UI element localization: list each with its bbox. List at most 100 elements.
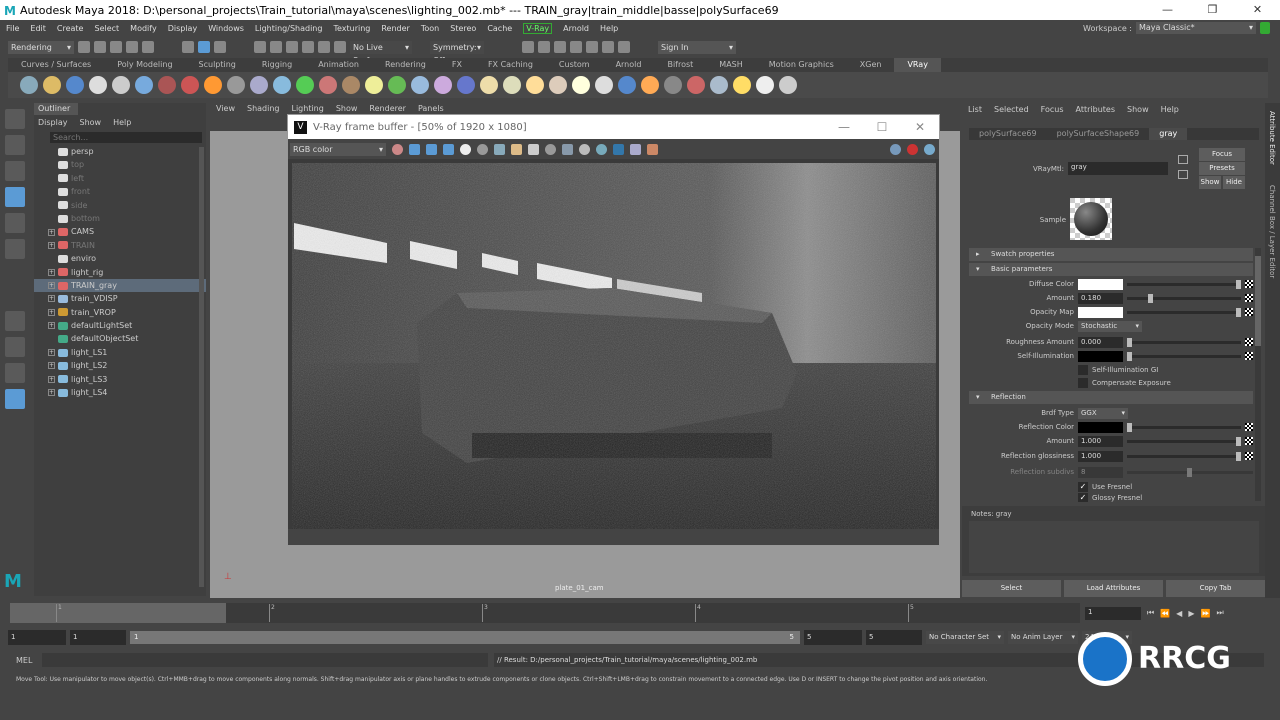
play-forward-icon[interactable]: ▶ <box>1188 609 1194 618</box>
shelf-tool-icon[interactable] <box>181 76 199 94</box>
select-tool-icon[interactable] <box>5 109 25 129</box>
menu-display[interactable]: Display <box>168 24 198 33</box>
shelf-tab-arnold[interactable]: Arnold <box>603 58 655 72</box>
outliner-item-light-ls1[interactable]: + light_LS1 <box>34 346 206 359</box>
step-forward-icon[interactable]: ⏩ <box>1200 609 1210 618</box>
snap-pivot-icon[interactable] <box>334 41 346 53</box>
shelf-tool-icon[interactable] <box>112 76 130 94</box>
shelf-tool-icon[interactable] <box>457 76 475 94</box>
menu-edit[interactable]: Edit <box>30 24 46 33</box>
notes-area[interactable]: Notes: gray <box>962 506 1265 576</box>
shelf-tab-bifrost[interactable]: Bifrost <box>654 58 706 72</box>
single-perspective-layout-icon[interactable] <box>5 311 25 331</box>
diffuse-color-slider[interactable] <box>1127 279 1241 289</box>
attr-menu-selected[interactable]: Selected <box>994 106 1029 114</box>
map-button-icon[interactable] <box>1245 437 1253 445</box>
symmetry-dropdown[interactable]: Symmetry: Off <box>430 40 484 65</box>
mel-input[interactable] <box>42 653 488 667</box>
reflection-section[interactable]: ▾ Reflection <box>969 391 1253 404</box>
vfb-close-button[interactable]: ✕ <box>901 115 939 139</box>
focus-button[interactable]: Focus <box>1199 148 1245 161</box>
glossy-fresnel-checkbox[interactable]: ✓ <box>1078 493 1088 502</box>
time-slider[interactable]: 1 2 3 4 5 <box>10 603 1080 623</box>
shelf-tab-custom[interactable]: Custom <box>546 58 603 72</box>
open-scene-icon[interactable] <box>94 41 106 53</box>
menu-create[interactable]: Create <box>57 24 84 33</box>
snap-grid-icon[interactable] <box>254 41 266 53</box>
map-button-icon[interactable] <box>1245 352 1253 360</box>
history-icon[interactable] <box>545 143 556 155</box>
reflection-glossiness-slider[interactable] <box>1127 451 1241 461</box>
playback-start-input[interactable]: 1 <box>70 629 126 645</box>
presets-button[interactable]: Presets <box>1199 162 1245 175</box>
attr-tab-polysurfaceshape69[interactable]: polySurfaceShape69 <box>1047 128 1150 140</box>
animation-end-input[interactable]: 5 <box>866 629 922 645</box>
lasso-tool-icon[interactable] <box>5 135 25 155</box>
save-image-icon[interactable] <box>494 143 505 155</box>
render-frame-icon[interactable] <box>538 41 550 53</box>
track-mouse-icon[interactable] <box>579 143 590 155</box>
copy-tab-button[interactable]: Copy Tab <box>1166 580 1265 597</box>
render-last-icon[interactable] <box>596 143 607 155</box>
expand-icon[interactable]: + <box>48 228 55 236</box>
stop-render-icon[interactable] <box>907 143 918 155</box>
compensate-exposure-checkbox[interactable] <box>1078 378 1088 388</box>
select-hierarchy-icon[interactable] <box>182 41 194 53</box>
viewport-menu-shading[interactable]: Shading <box>247 103 280 115</box>
shelf-tool-icon[interactable] <box>227 76 245 94</box>
attr-menu-help[interactable]: Help <box>1161 106 1179 114</box>
shelf-tool-icon[interactable] <box>89 76 107 94</box>
sign-in-button[interactable]: Sign In <box>658 40 736 54</box>
shelf-tool-icon[interactable] <box>66 76 84 94</box>
undo-icon[interactable] <box>126 41 138 53</box>
shelf-tab-vray[interactable]: VRay <box>894 58 941 72</box>
reflection-glossiness-input[interactable]: 1.000 <box>1078 450 1123 462</box>
input-connection-icon[interactable] <box>1178 155 1188 164</box>
outliner-item-light-ls2[interactable]: + light_LS2 <box>34 359 206 372</box>
shelf-tab-rigging[interactable]: Rigging <box>249 58 305 72</box>
shelf-tool-icon[interactable] <box>342 76 360 94</box>
shelf-tab-sculpting[interactable]: Sculpting <box>186 58 249 72</box>
shelf-tab-xgen[interactable]: XGen <box>847 58 895 72</box>
select-component-icon[interactable] <box>214 41 226 53</box>
scale-tool-icon[interactable] <box>5 239 25 259</box>
shelf-tab-fx[interactable]: FX <box>439 58 475 72</box>
green-channel-button[interactable] <box>426 143 437 155</box>
shelf-tool-icon[interactable] <box>319 76 337 94</box>
animation-start-input[interactable]: 1 <box>8 629 66 645</box>
opacity-mode-dropdown[interactable]: Stochastic <box>1078 320 1142 332</box>
render-image[interactable] <box>292 163 936 529</box>
select-button[interactable]: Select <box>962 580 1061 597</box>
attr-tab-gray[interactable]: gray <box>1149 128 1188 140</box>
channel-box-side-tab[interactable]: Channel Box / Layer Editor <box>1268 185 1276 278</box>
snap-surface-icon[interactable] <box>318 41 330 53</box>
shelf-tool-icon[interactable] <box>756 76 774 94</box>
shelf-tool-icon[interactable] <box>434 76 452 94</box>
outliner-item-defaultobjectset[interactable]: defaultObjectSet <box>34 332 206 345</box>
outliner-item-train[interactable]: + TRAIN <box>34 239 206 252</box>
go-to-start-icon[interactable]: ⏮ <box>1147 608 1154 618</box>
minimize-button[interactable]: — <box>1145 0 1190 20</box>
load-attributes-button[interactable]: Load Attributes <box>1064 580 1163 597</box>
reflection-amount-input[interactable]: 1.000 <box>1078 435 1123 447</box>
go-to-end-icon[interactable]: ⏭ <box>1216 608 1223 618</box>
shelf-tool-icon[interactable] <box>526 76 544 94</box>
use-fresnel-checkbox[interactable]: ✓ <box>1078 482 1088 492</box>
paint-select-tool-icon[interactable] <box>5 161 25 181</box>
brdf-type-dropdown[interactable]: GGX <box>1078 407 1128 419</box>
shelf-tool-icon[interactable] <box>480 76 498 94</box>
menu-arnold[interactable]: Arnold <box>563 24 589 33</box>
shelf-tool-icon[interactable] <box>687 76 705 94</box>
menu-lighting-shading[interactable]: Lighting/Shading <box>255 24 323 33</box>
color-corrections-icon[interactable] <box>647 143 658 155</box>
color-channels-icon[interactable] <box>392 143 403 155</box>
load-image-icon[interactable] <box>511 143 522 155</box>
outliner-search-input[interactable]: Search... <box>50 132 202 143</box>
vfb-maximize-button[interactable]: ☐ <box>863 115 901 139</box>
material-sample-swatch[interactable] <box>1070 198 1112 240</box>
snap-curve-icon[interactable] <box>270 41 282 53</box>
roughness-input[interactable]: 0.000 <box>1078 336 1123 348</box>
mel-label[interactable]: MEL <box>16 656 36 665</box>
ipr-icon[interactable] <box>890 143 901 155</box>
opacity-map-swatch[interactable] <box>1078 306 1123 318</box>
